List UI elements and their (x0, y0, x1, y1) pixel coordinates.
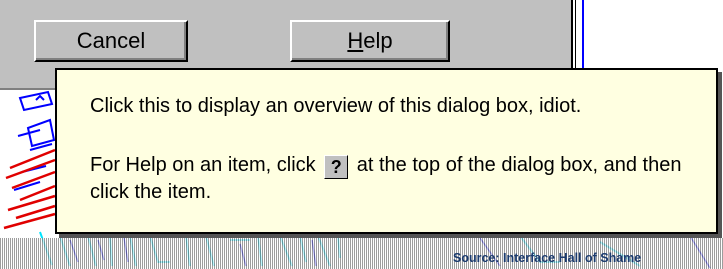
screenshot: Cancel Help Click this to display an ove… (0, 0, 723, 269)
drawing-edge-line (582, 0, 584, 70)
tooltip-paragraph-2: For Help on an item, click ? at the top … (90, 152, 710, 205)
source-caption: Source: Interface Hall of Shame (453, 251, 642, 265)
help-button-label-rest: elp (363, 28, 393, 53)
cancel-button[interactable]: Cancel (34, 20, 188, 62)
tooltip-line-2-before: For Help on an item, click (90, 154, 316, 176)
question-mark-icon: ? (324, 155, 349, 179)
cancel-button-label: Cancel (76, 28, 146, 53)
help-button-label: Help (347, 28, 392, 54)
help-button-accelerator: H (347, 28, 364, 53)
tooltip-line-1: Click this to display an overview of thi… (90, 95, 582, 117)
help-tooltip: Click this to display an overview of thi… (55, 68, 718, 234)
help-button[interactable]: Help (290, 20, 450, 62)
